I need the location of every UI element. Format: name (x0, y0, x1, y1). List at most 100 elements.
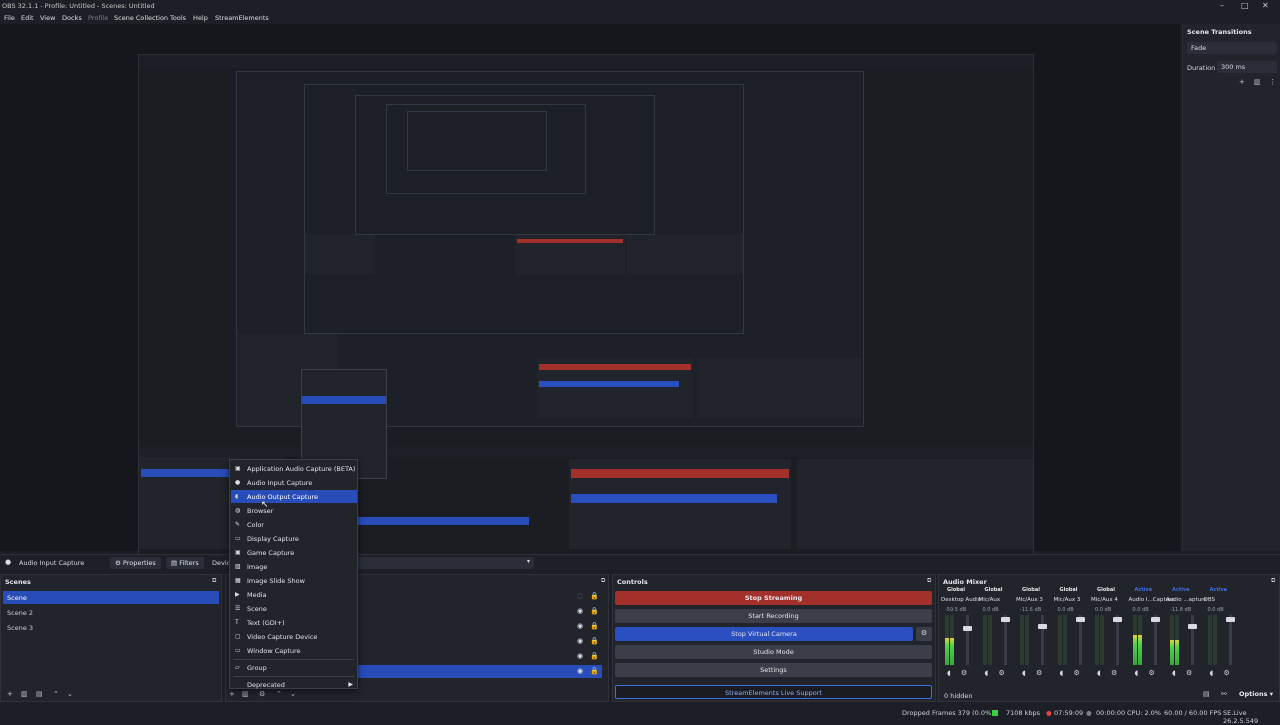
volume-slider[interactable] (1188, 615, 1197, 665)
channel-name[interactable]: Mic/Aux (979, 597, 1001, 603)
context-menu-item[interactable]: ▢ Video Capture Device (231, 630, 357, 643)
filter-icon[interactable]: ▤ (36, 690, 43, 698)
context-menu-item[interactable]: ◍ Browser (231, 504, 357, 517)
menu-streamelements[interactable]: StreamElements (215, 14, 269, 22)
streamelements-live-support-button[interactable]: StreamElements Live Support (615, 685, 932, 699)
volume-slider-handle[interactable] (1188, 624, 1197, 629)
remove-scene-icon[interactable]: ▥ (21, 690, 28, 698)
channel-settings-icon[interactable]: ⚙ (1149, 669, 1155, 677)
channel-name[interactable]: Desktop Audio (941, 597, 981, 603)
volume-slider[interactable] (1225, 615, 1235, 665)
add-source-icon[interactable]: + (229, 690, 235, 698)
settings-button[interactable]: Settings (615, 663, 932, 677)
context-menu-item[interactable]: ▱ Group (231, 661, 357, 674)
volume-slider-handle[interactable] (963, 626, 972, 632)
context-menu-item[interactable]: ▭ Display Capture (231, 532, 357, 545)
volume-slider[interactable] (1000, 615, 1010, 665)
move-down-icon[interactable]: ⌄ (67, 690, 73, 698)
volume-slider[interactable] (1038, 615, 1047, 665)
context-menu-item[interactable]: Deprecated ▶ (231, 678, 357, 691)
speaker-icon[interactable]: ◖ (1210, 669, 1214, 677)
move-up-icon[interactable]: ⌃ (276, 690, 282, 698)
scene-item[interactable]: Scene 2 (3, 606, 219, 619)
scene-item[interactable]: Scene 3 (3, 621, 219, 634)
context-menu-item[interactable]: ● Audio Input Capture (231, 476, 357, 489)
channel-settings-icon[interactable]: ⚙ (1186, 669, 1192, 677)
minimize-icon[interactable]: – (1220, 1, 1224, 10)
studio-mode-button[interactable]: Studio Mode (615, 645, 932, 659)
mixer-layout-icon[interactable]: ▤ (1203, 690, 1210, 698)
speaker-icon[interactable]: ◖ (1060, 669, 1064, 677)
volume-slider[interactable] (1075, 615, 1085, 665)
channel-settings-icon[interactable]: ⚙ (1111, 669, 1117, 677)
volume-slider[interactable] (1150, 615, 1160, 665)
speaker-icon[interactable]: ◖ (1022, 669, 1026, 677)
lock-icon[interactable]: 🔒 (590, 652, 599, 660)
undock-icon[interactable]: ⧉ (1271, 577, 1275, 585)
eye-hidden-icon[interactable]: ◌ (577, 592, 583, 600)
link-icon[interactable]: ⚯ (1221, 690, 1227, 698)
volume-slider[interactable] (963, 615, 972, 665)
speaker-icon[interactable]: ◖ (1097, 669, 1101, 677)
channel-settings-icon[interactable]: ⚙ (1036, 669, 1042, 677)
context-menu-item[interactable]: ▨ Image (231, 560, 357, 573)
stop-virtual-camera-button[interactable]: Stop Virtual Camera (615, 627, 913, 641)
context-menu-item[interactable]: ▶ Media (231, 588, 357, 601)
remove-source-icon[interactable]: ▥ (242, 690, 249, 698)
menu-tools[interactable]: Tools (170, 14, 186, 22)
lock-icon[interactable]: 🔒 (590, 637, 599, 645)
eye-icon[interactable]: ◉ (577, 637, 583, 645)
menu-docks[interactable]: Docks (62, 14, 82, 22)
duration-input[interactable]: 300 ms (1217, 61, 1277, 73)
eye-icon[interactable]: ◉ (577, 622, 583, 630)
context-menu-item[interactable]: ✎ Color (231, 518, 357, 531)
volume-slider-handle[interactable] (1075, 617, 1085, 623)
virtual-camera-settings-icon[interactable]: ⚙ (916, 627, 932, 641)
move-down-icon[interactable]: ⌄ (290, 690, 296, 698)
lock-icon[interactable]: 🔒 (590, 667, 599, 675)
volume-slider-handle[interactable] (1000, 617, 1010, 623)
menu-help[interactable]: Help (193, 14, 208, 22)
speaker-icon[interactable]: ◖ (1135, 669, 1139, 677)
trash-icon[interactable]: ▥ (1254, 78, 1261, 86)
channel-settings-icon[interactable]: ⚙ (1074, 669, 1080, 677)
start-recording-button[interactable]: Start Recording (615, 609, 932, 623)
add-scene-icon[interactable]: + (7, 690, 13, 698)
context-menu-item[interactable]: ◖ Audio Output Capture (231, 490, 357, 503)
channel-name[interactable]: Mic/Aux 3 (1054, 597, 1081, 603)
stop-streaming-button[interactable]: Stop Streaming (615, 591, 932, 605)
lock-icon[interactable]: 🔒 (590, 592, 599, 600)
context-menu-item[interactable]: ▣ Application Audio Capture (BETA) (231, 462, 357, 475)
volume-slider-handle[interactable] (1113, 617, 1122, 623)
device-select[interactable]: ▾ (350, 557, 534, 569)
add-transition-icon[interactable]: + (1239, 78, 1245, 86)
scene-item[interactable]: Scene (3, 591, 219, 604)
close-icon[interactable]: ✕ (1262, 1, 1269, 10)
preview-area[interactable] (0, 24, 1180, 560)
context-menu-item[interactable]: ▦ Image Slide Show (231, 574, 357, 587)
menu-profile[interactable]: Profile (88, 14, 108, 22)
channel-name[interactable]: Mic/Aux 4 (1091, 597, 1118, 603)
context-menu-item[interactable]: ▣ Game Capture (231, 546, 357, 559)
volume-slider[interactable] (1113, 615, 1122, 665)
source-properties-icon[interactable]: ⚙ (259, 690, 265, 698)
channel-name[interactable]: Mic/Aux 3 (1016, 597, 1043, 603)
filters-button[interactable]: ▤ Filters (166, 557, 204, 569)
maximize-icon[interactable]: □ (1241, 1, 1249, 10)
menu-scene-collection[interactable]: Scene Collection (114, 14, 168, 22)
speaker-icon[interactable]: ◖ (985, 669, 989, 677)
volume-slider-handle[interactable] (1038, 624, 1047, 629)
move-up-icon[interactable]: ⌃ (53, 690, 59, 698)
context-menu-item[interactable]: ☰ Scene (231, 602, 357, 615)
context-menu-item[interactable]: T Text (GDI+) (231, 616, 357, 629)
eye-icon[interactable]: ◉ (577, 667, 583, 675)
undock-icon[interactable]: ⧉ (927, 577, 931, 585)
undock-icon[interactable]: ⧉ (212, 577, 216, 585)
channel-name[interactable]: Audio ...apture (1166, 597, 1207, 603)
context-menu-item[interactable]: ▭ Window Capture (231, 644, 357, 657)
speaker-icon[interactable]: ◖ (1172, 669, 1176, 677)
lock-icon[interactable]: 🔒 (590, 622, 599, 630)
lock-icon[interactable]: 🔒 (590, 607, 599, 615)
menu-view[interactable]: View (40, 14, 55, 22)
volume-slider-handle[interactable] (1225, 617, 1235, 623)
